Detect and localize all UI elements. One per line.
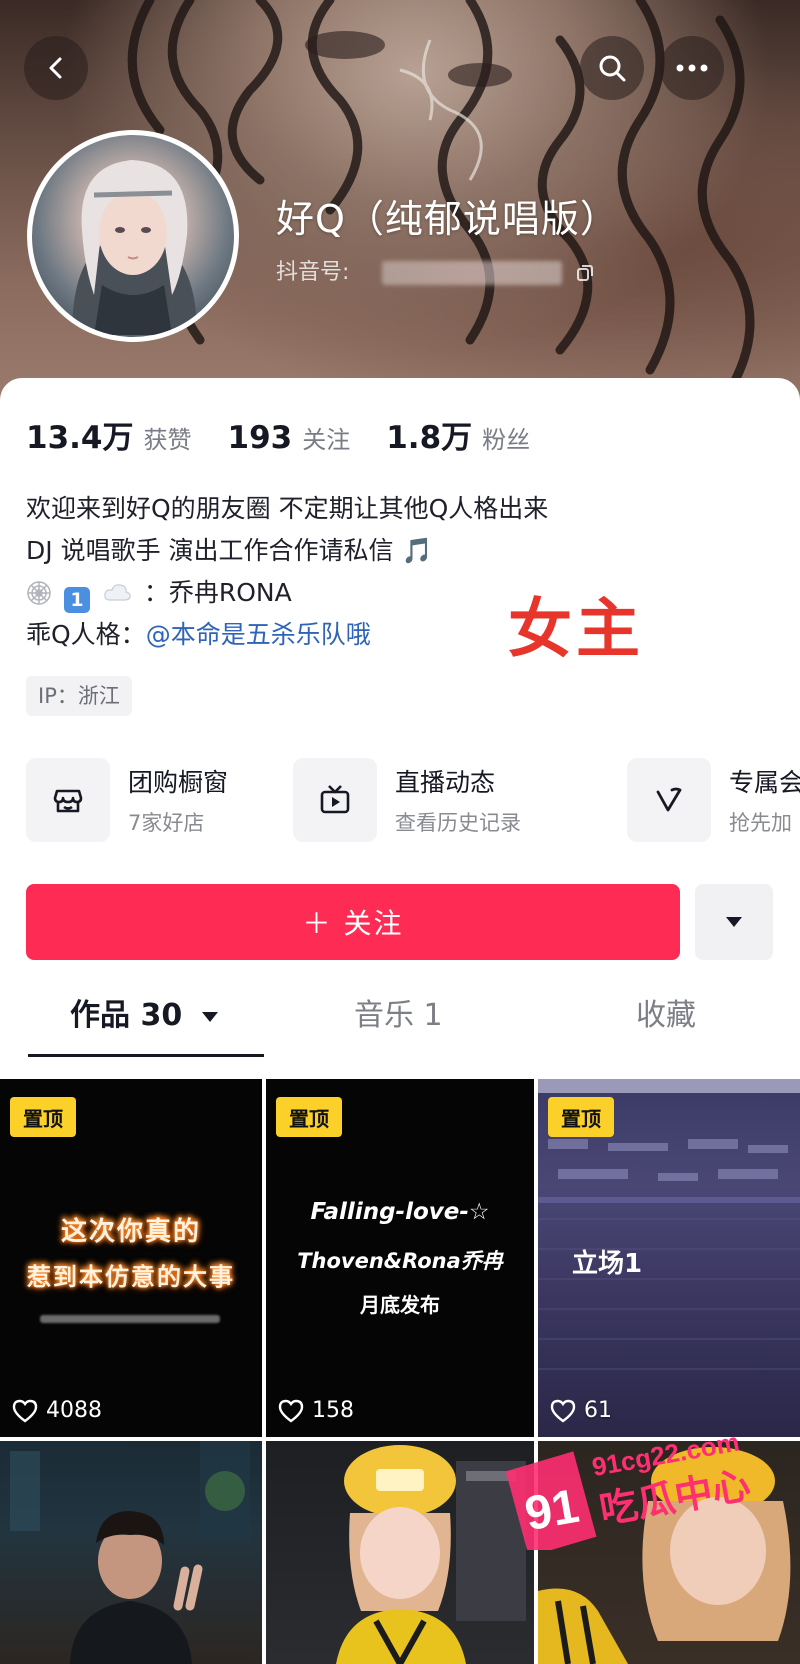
- tab-music[interactable]: 音乐 1: [354, 986, 443, 1046]
- video-thumbnail-person: [336, 1445, 526, 1664]
- chevron-left-icon: [49, 57, 62, 79]
- like-count-value: 4088: [46, 1398, 102, 1423]
- service-subtitle: 7家好店: [128, 811, 205, 835]
- followers-count[interactable]: 1.8万: [386, 412, 472, 457]
- bio-line-4: 乖Q人格：@本命是五杀乐队哦: [26, 614, 548, 656]
- video-caption: Falling-love-☆: [310, 1199, 490, 1225]
- service-exclusive-membership[interactable]: 专属会 抢先加: [627, 758, 800, 842]
- video-subtitle-blur: [40, 1315, 220, 1323]
- profile-header-banner: 好Q（纯郁说唱版） 抖音号:: [0, 0, 800, 400]
- service-title: 直播动态: [395, 768, 496, 797]
- bio-line-1: 欢迎来到好Q的朋友圈 不定期让其他Q人格出来: [26, 494, 549, 523]
- avatar-image: [72, 160, 197, 335]
- service-subtitle: 查看历史记录: [395, 811, 521, 835]
- heart-icon: [12, 1399, 38, 1422]
- video-caption: 立场1: [572, 1249, 643, 1279]
- tab-works[interactable]: 作品 30: [70, 986, 219, 1046]
- video-tile[interactable]: [0, 1441, 262, 1664]
- tab-favorites[interactable]: 收藏: [636, 986, 696, 1046]
- content-tabs: 作品 30 音乐 1 收藏: [0, 986, 800, 1057]
- cloud-icon: [104, 584, 131, 601]
- bio-line-4-prefix: 乖Q人格：: [26, 620, 146, 649]
- service-group-buy[interactable]: 团购橱窗 7家好店: [26, 758, 228, 842]
- video-tile[interactable]: [266, 1441, 534, 1664]
- profile-bio: 欢迎来到好Q的朋友圈 不定期让其他Q人格出来 DJ 说唱歌手 演出工作合作请私信…: [26, 488, 548, 656]
- video-caption: Thoven&Rona乔冉: [297, 1249, 503, 1273]
- back-button[interactable]: [24, 36, 88, 100]
- like-count: 158: [278, 1398, 354, 1423]
- service-title: 团购橱窗: [128, 768, 229, 797]
- video-thumbnail-person: [10, 1441, 250, 1664]
- mention-link[interactable]: @本命是五杀乐队哦: [146, 620, 371, 649]
- likes-count: 13.4万: [26, 420, 134, 456]
- service-subtitle: 抢先加: [729, 811, 792, 835]
- search-icon: [599, 55, 626, 82]
- service-live-history[interactable]: 直播动态 查看历史记录: [293, 758, 521, 842]
- heart-icon: [550, 1399, 576, 1422]
- service-title: 专属会: [729, 768, 800, 797]
- video-caption: 月底发布: [360, 1293, 440, 1317]
- video-grid: 置顶 这次你真的 惹到本仿意的大事 4088 置顶 Falling-love-☆…: [0, 1079, 800, 1664]
- pinned-badge: 置顶: [276, 1097, 342, 1137]
- douyin-id[interactable]: 抖音号:: [276, 254, 595, 286]
- video-tile[interactable]: 置顶 这次你真的 惹到本仿意的大事 4088: [0, 1079, 262, 1437]
- likes-label: 获赞: [143, 426, 192, 454]
- pinned-badge: 置顶: [10, 1097, 76, 1137]
- heart-icon: [278, 1399, 304, 1422]
- follow-options-button[interactable]: [695, 884, 773, 960]
- store-icon: [26, 758, 110, 842]
- keycap-one-icon: 1: [63, 587, 90, 613]
- copy-icon[interactable]: [575, 263, 595, 283]
- following-count[interactable]: 193: [228, 420, 293, 456]
- video-caption: 这次你真的: [60, 1217, 201, 1247]
- followers-label[interactable]: 粉丝: [482, 420, 530, 455]
- spiderweb-icon: [27, 581, 51, 605]
- video-tile[interactable]: 置顶 Falling-love-☆ Thoven&Rona乔冉 月底发布 158: [266, 1079, 534, 1437]
- watermark-number: 91: [521, 1480, 583, 1541]
- follow-button[interactable]: ＋ 关注: [26, 884, 680, 960]
- following-label[interactable]: 关注: [302, 420, 350, 455]
- like-count-value: 158: [312, 1398, 354, 1423]
- video-caption: 惹到本仿意的大事: [27, 1263, 235, 1291]
- profile-name: 好Q（纯郁说唱版）: [276, 197, 619, 241]
- caret-down-icon: [201, 1012, 218, 1022]
- profile-stats: 13.4万 获赞 193 关注 1.8万 粉丝: [26, 412, 566, 457]
- bio-line-3: 1 ：乔冉RONA: [26, 572, 548, 614]
- douyin-id-value-blurred: [382, 261, 563, 285]
- pinned-badge: 置顶: [548, 1097, 614, 1137]
- ip-location-tag: IP：浙江: [26, 676, 132, 716]
- like-count: 4088: [12, 1398, 102, 1423]
- tab-works-label: 作品 30: [70, 998, 183, 1033]
- more-dots-icon: [676, 64, 708, 72]
- more-options-button[interactable]: [660, 36, 724, 100]
- service-entries: 团购橱窗 7家好店 直播动态 查看历史记录 专属会 抢先加: [26, 758, 800, 846]
- douyin-id-label: 抖音号:: [276, 260, 350, 285]
- avatar[interactable]: [27, 130, 239, 342]
- tv-icon: [293, 758, 377, 842]
- caret-down-icon: [726, 917, 742, 927]
- overlay-annotation: 女主: [508, 593, 644, 667]
- site-watermark: 91 91cg22.com 吃瓜中心: [505, 1427, 754, 1550]
- bio-line-3-text: ：乔冉RONA: [143, 578, 292, 607]
- active-tab-indicator: [28, 1054, 264, 1057]
- search-button[interactable]: [580, 36, 644, 100]
- video-tile[interactable]: 置顶 立场1 61: [538, 1079, 800, 1437]
- bio-line-2: DJ 说唱歌手 演出工作合作请私信 🎵: [26, 536, 433, 565]
- v-icon: [627, 758, 711, 842]
